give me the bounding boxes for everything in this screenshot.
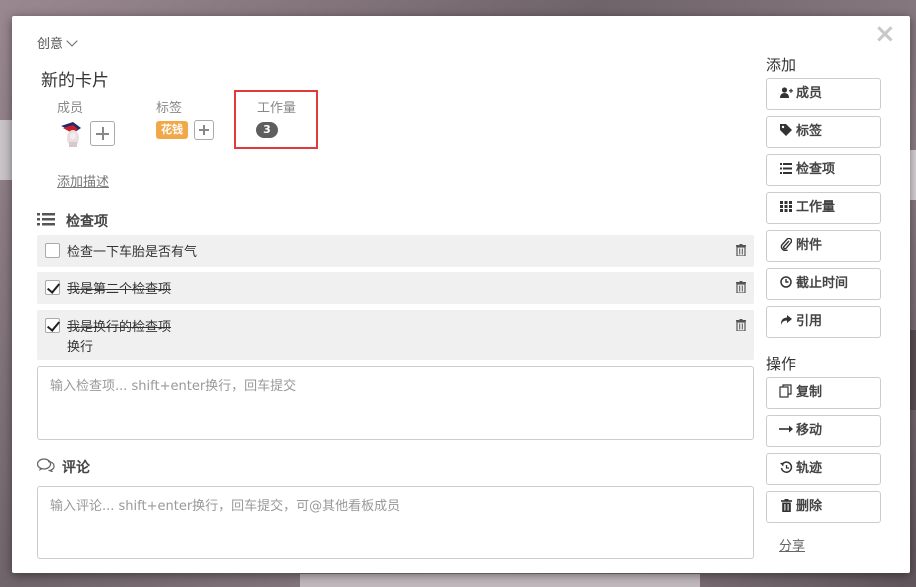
checklist-item-text-line2: 换行 bbox=[67, 340, 94, 355]
add-member-sidebar-button[interactable]: 成员 bbox=[766, 78, 881, 110]
sidebar-add-heading: 添加 bbox=[766, 56, 797, 74]
comments-icon bbox=[37, 458, 55, 472]
sidebar-button-label: 成员 bbox=[796, 86, 823, 101]
user-plus-icon bbox=[779, 79, 793, 109]
members-label: 成员 bbox=[57, 101, 84, 116]
chevron-down-icon bbox=[66, 35, 78, 47]
checklist-item-text-wrapper[interactable]: 我是换行的检查项 换行 bbox=[67, 318, 171, 358]
labels-label: 标签 bbox=[156, 101, 183, 116]
add-label-sidebar-button[interactable]: 标签 bbox=[766, 116, 881, 148]
sidebar-ops-heading: 操作 bbox=[766, 355, 797, 373]
close-icon[interactable]: × bbox=[874, 21, 896, 47]
add-label-button[interactable] bbox=[194, 120, 214, 140]
checklist-item-text: 我是换行的检查项 bbox=[67, 320, 172, 335]
sidebar-button-label: 引用 bbox=[796, 314, 823, 329]
sidebar-button-label: 轨迹 bbox=[796, 461, 823, 476]
trash-icon bbox=[779, 492, 793, 522]
list-icon bbox=[37, 213, 55, 226]
checklist-item-text[interactable]: 检查一下车胎是否有气 bbox=[67, 243, 197, 263]
sidebar-button-label: 标签 bbox=[796, 124, 823, 139]
grid-icon bbox=[779, 193, 793, 223]
add-member-button[interactable] bbox=[90, 121, 115, 146]
label-chip[interactable]: 花钱 bbox=[156, 121, 188, 139]
checklist-checkbox[interactable] bbox=[45, 243, 60, 258]
list-name: 创意 bbox=[37, 37, 64, 52]
trash-icon[interactable] bbox=[736, 319, 746, 331]
checklist-input[interactable]: 输入检查项... shift+enter换行，回车提交 bbox=[37, 366, 754, 440]
checklist-item[interactable]: 我是换行的检查项 换行 bbox=[37, 310, 754, 360]
add-checklist-sidebar-button[interactable]: 检查项 bbox=[766, 154, 881, 186]
card-history-button[interactable]: 轨迹 bbox=[766, 453, 881, 485]
checklist-item-text[interactable]: 我是第二个检查项 bbox=[67, 280, 171, 300]
checklist-title: 检查项 bbox=[66, 214, 108, 230]
trash-icon[interactable] bbox=[736, 244, 746, 256]
list-icon bbox=[779, 155, 793, 185]
trash-icon[interactable] bbox=[736, 281, 746, 293]
member-avatar[interactable] bbox=[59, 120, 83, 148]
history-icon bbox=[779, 454, 793, 484]
add-reference-sidebar-button[interactable]: 引用 bbox=[766, 306, 881, 338]
sidebar-button-label: 附件 bbox=[796, 238, 823, 253]
add-due-date-sidebar-button[interactable]: 截止时间 bbox=[766, 268, 881, 300]
checklist-item[interactable]: 我是第二个检查项 bbox=[37, 272, 754, 304]
checklist-item[interactable]: 检查一下车胎是否有气 bbox=[37, 235, 754, 267]
workload-highlight-box bbox=[234, 90, 318, 149]
add-attachment-sidebar-button[interactable]: 附件 bbox=[766, 230, 881, 262]
add-description-link[interactable]: 添加描述 bbox=[57, 171, 109, 190]
checklist-checkbox[interactable] bbox=[45, 280, 60, 295]
card-detail-modal: × 创意 新的卡片 成员 标签 工作量 花钱 3 添加描述 检查项 检查一下车胎… bbox=[12, 16, 910, 573]
clock-icon bbox=[779, 269, 793, 299]
card-title[interactable]: 新的卡片 bbox=[41, 66, 109, 91]
sidebar-button-label: 工作量 bbox=[796, 200, 836, 215]
share-arrow-icon bbox=[779, 307, 793, 337]
add-workload-sidebar-button[interactable]: 工作量 bbox=[766, 192, 881, 224]
copy-icon bbox=[779, 378, 793, 408]
sidebar-button-label: 复制 bbox=[796, 385, 823, 400]
tag-icon bbox=[779, 117, 793, 147]
sidebar-button-label: 移动 bbox=[796, 423, 823, 438]
checklist-checkbox[interactable] bbox=[45, 318, 60, 333]
sidebar-button-label: 截止时间 bbox=[796, 276, 849, 291]
comment-input[interactable]: 输入评论... shift+enter换行，回车提交，可@其他看板成员 bbox=[37, 486, 754, 559]
copy-card-button[interactable]: 复制 bbox=[766, 377, 881, 409]
backdrop-card bbox=[300, 574, 700, 587]
move-card-button[interactable]: 移动 bbox=[766, 415, 881, 447]
paperclip-icon bbox=[779, 231, 793, 261]
list-selector[interactable]: 创意 bbox=[37, 33, 78, 52]
delete-card-button[interactable]: 删除 bbox=[766, 491, 881, 523]
share-link[interactable]: 分享 bbox=[779, 535, 805, 554]
workload-badge[interactable]: 3 bbox=[256, 122, 278, 138]
arrow-right-icon bbox=[779, 416, 793, 446]
sidebar-button-label: 检查项 bbox=[796, 162, 836, 177]
comments-title: 评论 bbox=[62, 460, 90, 476]
sidebar-button-label: 删除 bbox=[796, 499, 823, 514]
